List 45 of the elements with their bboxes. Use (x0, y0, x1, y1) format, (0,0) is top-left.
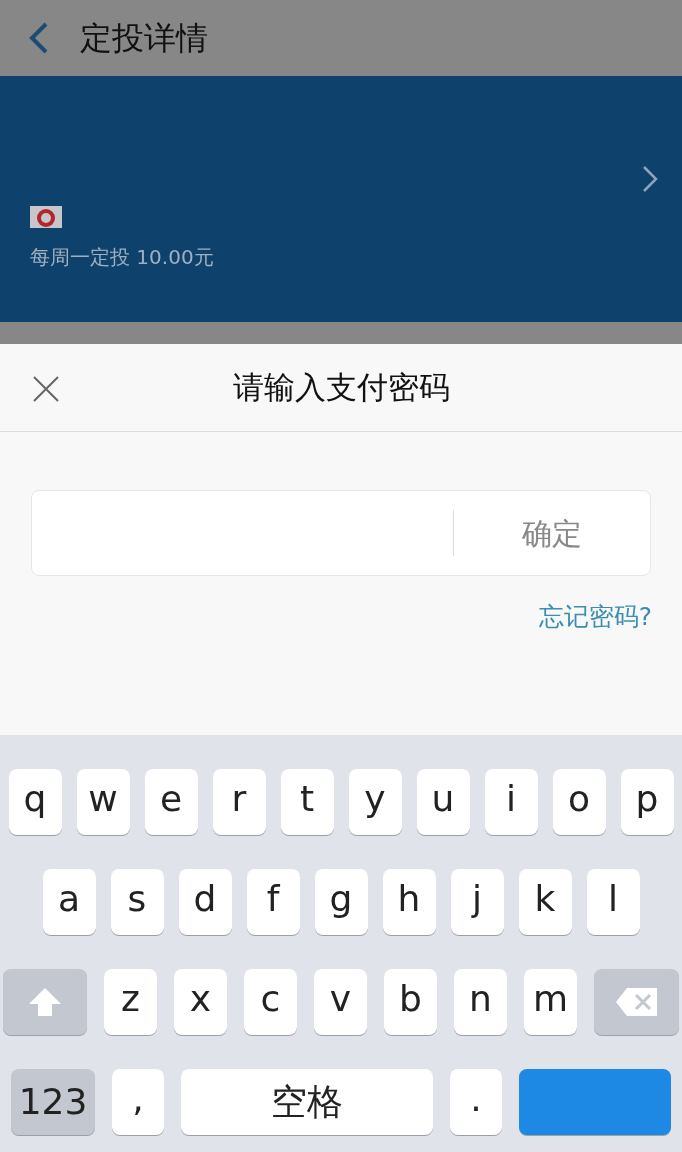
backspace-icon (614, 987, 659, 1017)
key[interactable]: h (382, 869, 436, 935)
key[interactable]: s (110, 869, 164, 935)
key[interactable]: t (280, 769, 334, 835)
sheet-title: 请输入支付密码 (232, 368, 450, 408)
key[interactable]: , (112, 1069, 164, 1135)
key[interactable]: n (454, 969, 507, 1035)
schedule-text: 每周一定投 10.00元 (30, 244, 215, 271)
key[interactable]: m (524, 969, 577, 1035)
key[interactable]: k (518, 869, 572, 935)
key[interactable]: z (104, 969, 157, 1035)
key[interactable]: . (450, 1069, 502, 1135)
key[interactable]: u (416, 769, 470, 835)
page-title: 定投详情 (80, 18, 208, 59)
key[interactable]: j (450, 869, 504, 935)
key[interactable]: d (178, 869, 232, 935)
key[interactable]: y (348, 769, 402, 835)
numbers-key[interactable]: 123 (11, 1069, 95, 1135)
key[interactable]: p (620, 769, 674, 835)
key[interactable]: g (314, 869, 368, 935)
delete-key[interactable] (594, 969, 679, 1035)
action-key[interactable] (519, 1069, 671, 1135)
key[interactable]: o (552, 769, 606, 835)
confirm-button[interactable]: 确定 (454, 491, 650, 575)
close-icon[interactable] (32, 375, 60, 403)
space-key[interactable]: 空格 (181, 1069, 433, 1135)
key[interactable]: l (586, 869, 640, 935)
chevron-right-icon (642, 165, 658, 193)
key[interactable]: f (246, 869, 300, 935)
key[interactable]: i (484, 769, 538, 835)
key[interactable]: a (42, 869, 96, 935)
plan-card[interactable]: 每周一定投 10.00元 (0, 76, 682, 322)
back-icon[interactable] (28, 21, 50, 55)
shift-icon (28, 987, 62, 1017)
key[interactable]: r (212, 769, 266, 835)
shift-key[interactable] (3, 969, 87, 1035)
password-field[interactable]: 确定 (31, 490, 651, 576)
fund-logo-icon (30, 206, 62, 228)
key[interactable]: v (314, 969, 367, 1035)
key[interactable]: x (174, 969, 227, 1035)
key[interactable]: w (76, 769, 130, 835)
key[interactable]: c (244, 969, 297, 1035)
key[interactable]: b (384, 969, 437, 1035)
key[interactable]: q (8, 769, 62, 835)
key[interactable]: e (144, 769, 198, 835)
